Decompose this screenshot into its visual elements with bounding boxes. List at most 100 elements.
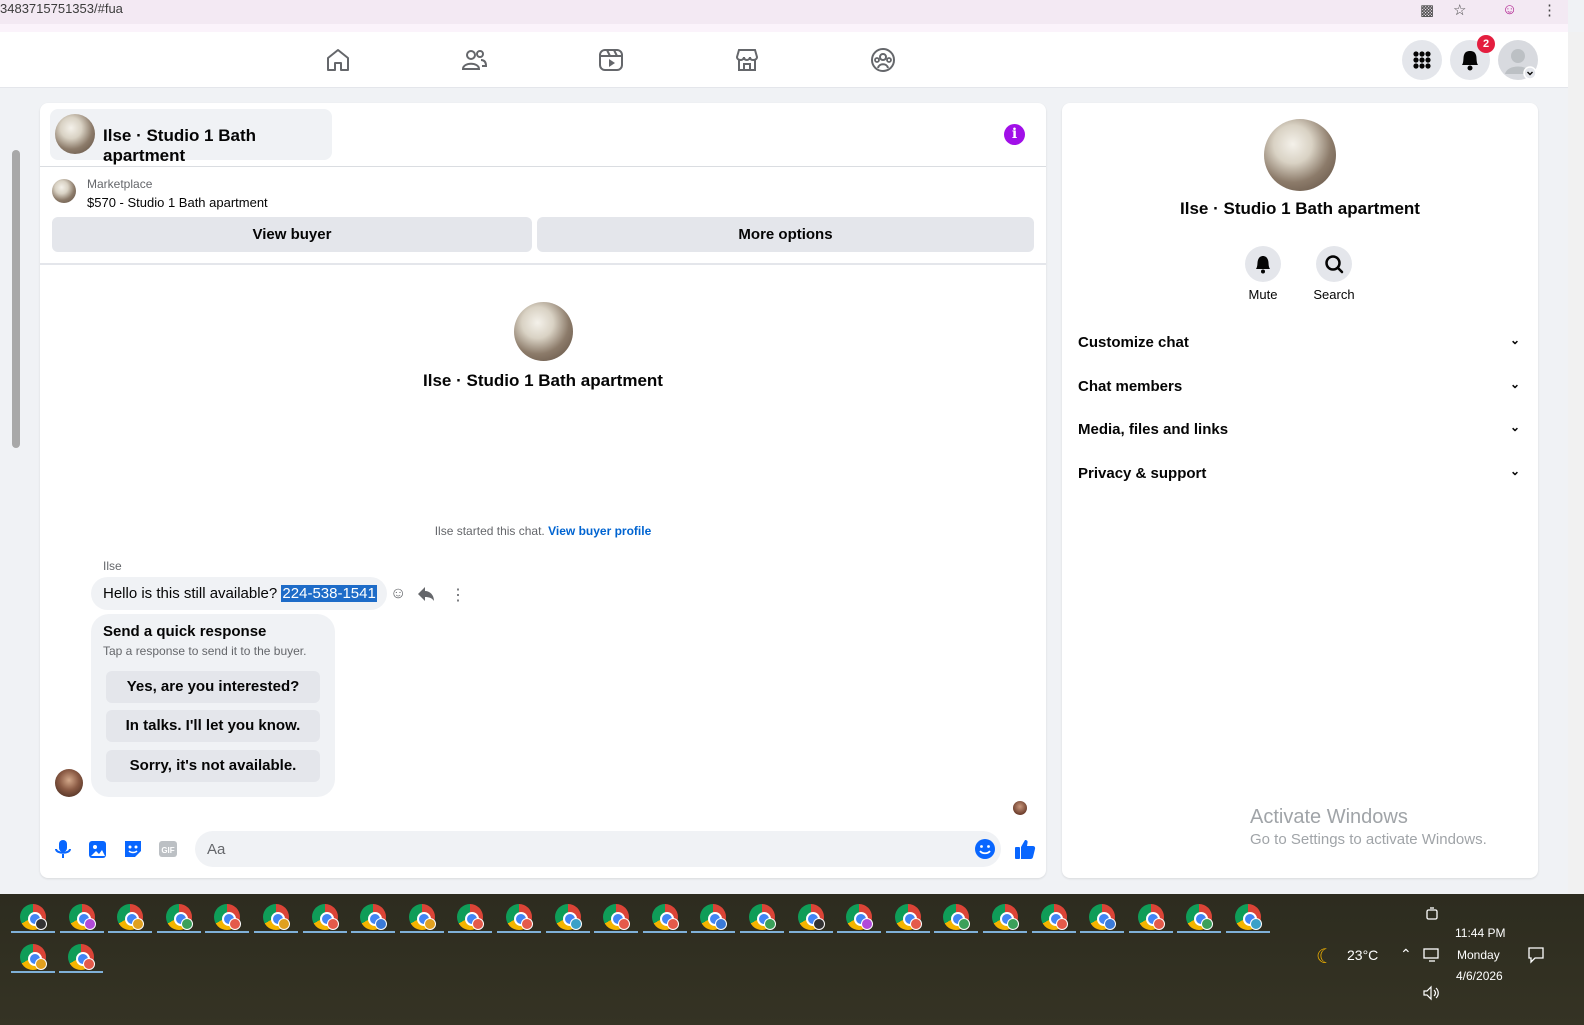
chat-header-button[interactable]: Ilse · Studio 1 Bath apartment	[50, 109, 332, 165]
privacy-support-section[interactable]: Privacy & support ⌄	[1078, 458, 1522, 488]
mute-button[interactable]	[1245, 246, 1281, 282]
clock-date[interactable]: 4/6/2026	[1456, 969, 1503, 983]
taskbar-running-indicator	[59, 931, 104, 933]
chevron-down-icon: ⌄	[1509, 377, 1520, 391]
profile-badge-icon	[1152, 918, 1165, 930]
taskbar-running-indicator	[1031, 931, 1076, 933]
groups-icon[interactable]	[869, 46, 897, 74]
section-label: Media, files and links	[1078, 421, 1229, 438]
taskbar-running-indicator	[448, 931, 493, 933]
video-icon[interactable]	[597, 46, 625, 74]
notification-center-icon[interactable]	[1527, 946, 1545, 964]
quick-reply-not-available[interactable]: Sorry, it's not available.	[106, 750, 320, 782]
show-hidden-icons[interactable]: ⌃	[1400, 946, 1412, 963]
profile-badge-icon	[472, 918, 485, 930]
section-label: Customize chat	[1078, 334, 1189, 351]
microphone-icon[interactable]	[52, 838, 74, 860]
profile-badge-icon	[229, 918, 242, 930]
taskbar-running-indicator	[1080, 931, 1125, 933]
section-label: Privacy & support	[1078, 465, 1207, 482]
section-label: Chat members	[1078, 378, 1183, 395]
marketplace-icon[interactable]	[733, 46, 761, 74]
clock-day[interactable]: Monday	[1457, 948, 1500, 962]
volume-icon[interactable]	[1423, 985, 1441, 1001]
profile-badge-icon	[278, 918, 290, 930]
profile-badge-icon	[132, 918, 145, 930]
taskbar-running-indicator	[1177, 931, 1222, 933]
chat-title: Ilse · Studio 1 Bath apartment	[103, 126, 257, 165]
menu-grid-button[interactable]	[1402, 40, 1442, 80]
sender-avatar[interactable]	[55, 769, 83, 797]
view-buyer-button[interactable]: View buyer	[52, 217, 532, 252]
media-files-links-section[interactable]: Media, files and links ⌄	[1078, 414, 1522, 444]
selected-phone-number[interactable]: 224-538-1541	[281, 585, 377, 602]
browser-address-bar[interactable]: 3483715751353/#fua ▩ ☆ ☺ ⋮	[0, 0, 1568, 24]
search-button[interactable]	[1316, 246, 1352, 282]
gif-icon[interactable]: GIF	[157, 838, 179, 860]
message-bubble[interactable]: Hello is this still available? 224-538-1…	[91, 577, 387, 610]
profile-badge-icon	[83, 918, 96, 930]
taskbar-running-indicator	[205, 931, 250, 933]
customize-chat-section[interactable]: Customize chat ⌄	[1078, 327, 1522, 357]
taskbar-running-indicator	[351, 931, 396, 933]
taskbar-running-indicator	[594, 931, 639, 933]
chat-info-panel: Ilse · Studio 1 Bath apartment Mute Sear…	[1062, 103, 1538, 878]
profile-badge-icon	[35, 958, 47, 970]
message-input[interactable]: Aa	[195, 831, 1001, 867]
bookmark-star-icon[interactable]: ☆	[1453, 1, 1466, 19]
chevron-down-icon: ⌄	[1509, 464, 1520, 478]
taskbar-running-indicator	[497, 931, 541, 933]
profile-badge-icon	[569, 918, 582, 930]
taskbar-running-indicator	[691, 931, 736, 933]
profile-badge-icon	[1104, 918, 1117, 930]
install-app-icon[interactable]: ▩	[1420, 1, 1434, 19]
mute-label: Mute	[1248, 287, 1278, 302]
friends-icon[interactable]	[460, 46, 488, 74]
sticker-icon[interactable]	[122, 838, 144, 860]
thumbs-up-icon[interactable]	[1013, 837, 1037, 861]
page-scrollbar[interactable]	[1568, 32, 1584, 894]
message-input-placeholder: Aa	[207, 841, 226, 858]
emoji-icon[interactable]	[973, 837, 997, 861]
profile-badge-icon	[861, 918, 874, 930]
profile-badge-icon	[909, 918, 922, 930]
profile-badge-icon	[1250, 918, 1262, 930]
message-text: Hello is this still available?	[103, 585, 282, 602]
taskbar-running-indicator	[545, 931, 590, 933]
home-icon[interactable]	[324, 46, 352, 74]
taskbar-running-indicator	[885, 931, 930, 933]
listing-thumbnail	[55, 114, 95, 154]
view-buyer-profile-link[interactable]: View buyer profile	[548, 524, 651, 538]
listing-avatar-large	[514, 302, 573, 361]
more-actions-icon[interactable]: ⋮	[450, 585, 466, 605]
marketplace-label: Marketplace	[87, 177, 153, 191]
listing-title[interactable]: $570 - Studio 1 Bath apartment	[87, 195, 268, 210]
profile-badge-icon	[666, 918, 679, 930]
activate-windows-watermark: Activate Windows Go to Settings to activ…	[1250, 806, 1487, 848]
meet-now-icon[interactable]	[1425, 906, 1439, 922]
left-scrollbar-thumb[interactable]	[12, 150, 20, 448]
more-options-button[interactable]: More options	[537, 217, 1034, 252]
react-icon[interactable]: ☺	[390, 585, 406, 603]
top-navigation	[0, 32, 1568, 88]
quick-reply-in-talks[interactable]: In talks. I'll let you know.	[106, 710, 320, 742]
profile-badge-icon	[180, 918, 193, 930]
network-icon[interactable]	[1423, 947, 1441, 963]
profile-icon[interactable]: ☺	[1502, 1, 1517, 18]
taskbar-running-indicator	[156, 931, 201, 933]
quick-response-card: Send a quick response Tap a response to …	[91, 614, 335, 797]
weather-temperature[interactable]: 23°C	[1347, 947, 1378, 963]
windows-taskbar: ☾ 23°C ⌃ 11:44 PM Monday 4/6/2026	[0, 894, 1584, 1025]
account-button[interactable]	[1498, 40, 1538, 80]
quick-reply-interested[interactable]: Yes, are you interested?	[106, 671, 320, 703]
info-icon[interactable]: i	[1004, 124, 1025, 145]
weather-moon-icon[interactable]: ☾	[1316, 944, 1334, 969]
browser-menu-icon[interactable]: ⋮	[1542, 1, 1557, 19]
photo-icon[interactable]	[87, 838, 109, 860]
clock-time[interactable]: 11:44 PM	[1455, 926, 1505, 940]
taskbar-running-indicator	[934, 931, 979, 933]
reply-icon[interactable]	[417, 585, 435, 603]
started-text: Ilse started this chat.	[434, 524, 545, 538]
profile-badge-icon	[35, 918, 47, 930]
chat-members-section[interactable]: Chat members ⌄	[1078, 371, 1522, 401]
